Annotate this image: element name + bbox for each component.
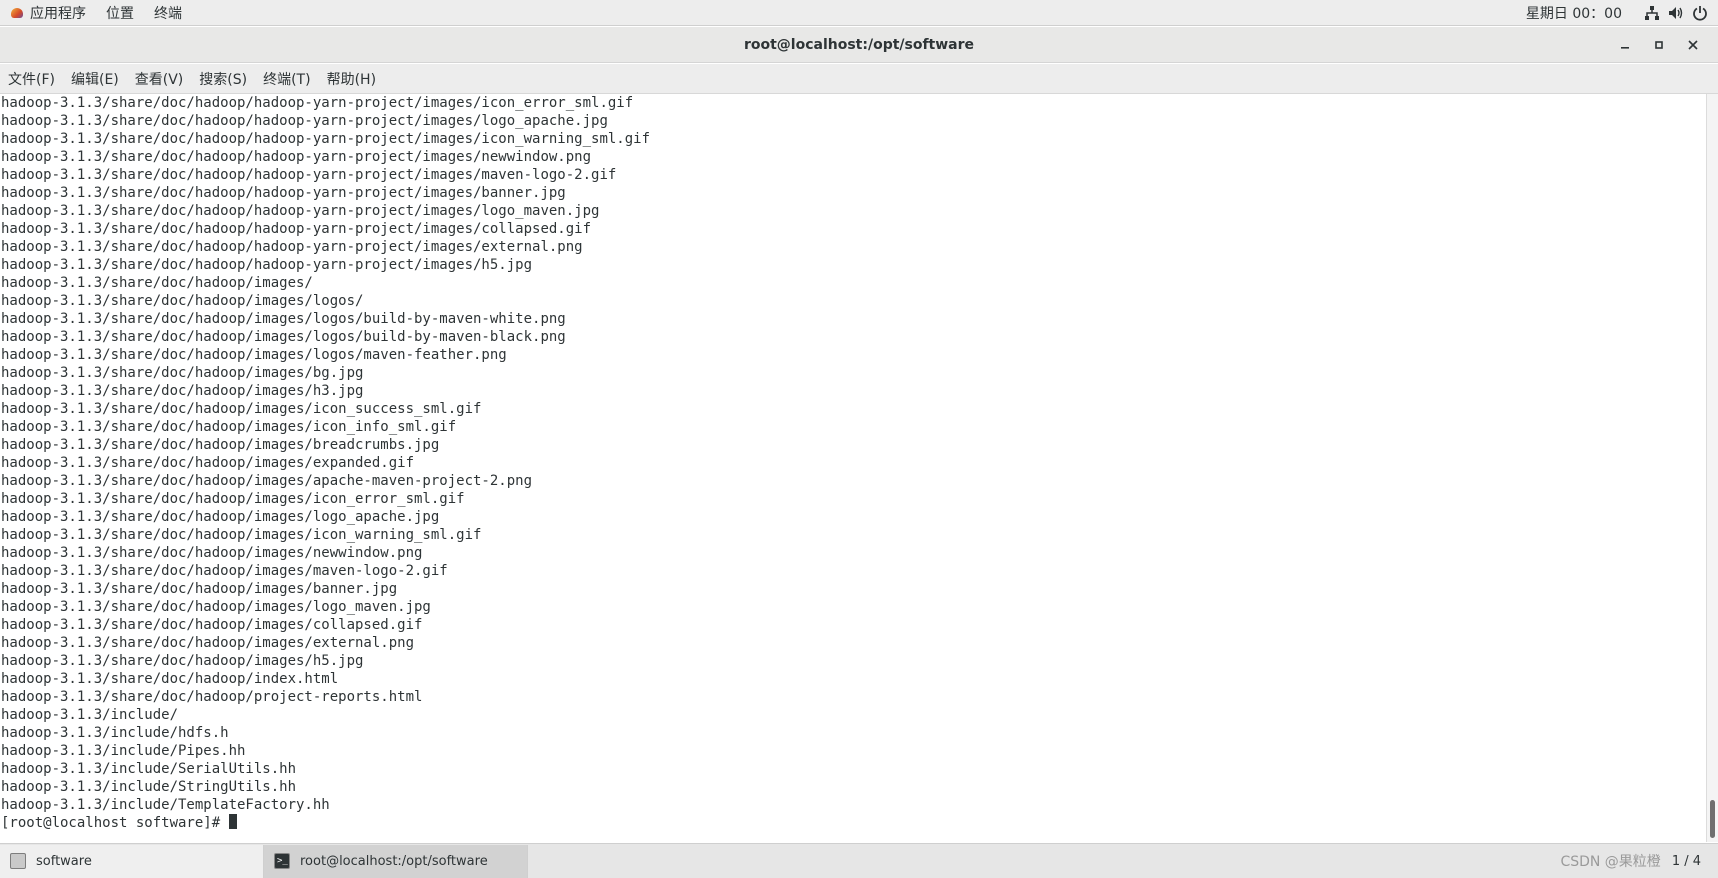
menu-search[interactable]: 搜索(S) <box>191 64 255 93</box>
terminal-line: hadoop-3.1.3/share/doc/hadoop/hadoop-yar… <box>1 203 600 219</box>
terminal-line: hadoop-3.1.3/share/doc/hadoop/hadoop-yar… <box>1 257 533 273</box>
places-menu[interactable]: 位置 <box>96 0 144 25</box>
gnome-foot-icon <box>10 6 24 20</box>
window-title: root@localhost:/opt/software <box>743 36 975 53</box>
maximize-button[interactable] <box>1642 30 1676 60</box>
terminal-menu-bar: 文件(F) 编辑(E) 查看(V) 搜索(S) 终端(T) 帮助(H) <box>0 64 1718 94</box>
terminal-line: hadoop-3.1.3/share/doc/hadoop/images/mav… <box>1 563 448 579</box>
menu-help[interactable]: 帮助(H) <box>319 64 384 93</box>
scrollbar-thumb[interactable] <box>1710 800 1715 838</box>
terminal-output[interactable]: hadoop-3.1.3/share/doc/hadoop/hadoop-yar… <box>0 94 1706 842</box>
terminal-line: hadoop-3.1.3/include/SerialUtils.hh <box>1 761 297 777</box>
top-panel: 应用程序 位置 终端 星期日 00：00 <box>0 0 1718 26</box>
terminal-line: hadoop-3.1.3/share/doc/hadoop/images/apa… <box>1 473 533 489</box>
task-label: software <box>36 853 92 869</box>
terminal-line: hadoop-3.1.3/include/Pipes.hh <box>1 743 246 759</box>
terminal-line: hadoop-3.1.3/share/doc/hadoop/hadoop-yar… <box>1 95 634 111</box>
terminal-line: hadoop-3.1.3/share/doc/hadoop/images/log… <box>1 347 507 363</box>
watermark: CSDN @果粒橙 <box>1560 854 1661 870</box>
minimize-button[interactable] <box>1608 30 1642 60</box>
terminal-line: hadoop-3.1.3/share/doc/hadoop/images/ban… <box>1 581 398 597</box>
terminal-line: hadoop-3.1.3/share/doc/hadoop/images/ico… <box>1 527 482 543</box>
bottom-taskbar: software >_ root@localhost:/opt/software… <box>0 843 1718 878</box>
terminal-line: hadoop-3.1.3/share/doc/hadoop/hadoop-yar… <box>1 113 608 129</box>
taskbar-right: CSDN @果粒橙 1 / 4 <box>1560 851 1718 872</box>
terminal-line: hadoop-3.1.3/share/doc/hadoop/images/h3.… <box>1 383 364 399</box>
terminal-line: hadoop-3.1.3/include/ <box>1 707 179 723</box>
terminal-line: hadoop-3.1.3/include/StringUtils.hh <box>1 779 297 795</box>
terminal-line: hadoop-3.1.3/share/doc/hadoop/images/bg.… <box>1 365 364 381</box>
menu-view[interactable]: 查看(V) <box>127 64 192 93</box>
terminal-line: hadoop-3.1.3/share/doc/hadoop/images/ico… <box>1 491 465 507</box>
terminal-line: hadoop-3.1.3/share/doc/hadoop/project-re… <box>1 689 423 705</box>
clock[interactable]: 星期日 00：00 <box>1516 3 1640 23</box>
terminal-line: hadoop-3.1.3/share/doc/hadoop/images/h5.… <box>1 653 364 669</box>
terminal-prompt-line[interactable]: [root@localhost software]# <box>0 814 1706 832</box>
volume-icon[interactable] <box>1664 1 1688 25</box>
terminal-line: hadoop-3.1.3/share/doc/hadoop/images/ext… <box>1 635 415 651</box>
network-icon[interactable] <box>1640 1 1664 25</box>
terminal-icon: >_ <box>274 853 290 869</box>
terminal-line: hadoop-3.1.3/share/doc/hadoop/images/col… <box>1 617 423 633</box>
panel-menu: 应用程序 位置 终端 <box>0 0 192 25</box>
terminal-line: hadoop-3.1.3/share/doc/hadoop/images/ <box>1 275 313 291</box>
panel-status-area: 星期日 00：00 <box>1516 0 1718 25</box>
task-label: root@localhost:/opt/software <box>300 853 488 869</box>
terminal-line: hadoop-3.1.3/share/doc/hadoop/hadoop-yar… <box>1 185 566 201</box>
terminal-line: hadoop-3.1.3/share/doc/hadoop/images/ico… <box>1 401 482 417</box>
terminal-line: hadoop-3.1.3/share/doc/hadoop/images/log… <box>1 293 364 309</box>
applications-menu[interactable]: 应用程序 <box>0 0 96 25</box>
terminal-line: hadoop-3.1.3/share/doc/hadoop/hadoop-yar… <box>1 131 651 147</box>
terminal-line: hadoop-3.1.3/share/doc/hadoop/hadoop-yar… <box>1 167 617 183</box>
terminal-line: hadoop-3.1.3/share/doc/hadoop/images/log… <box>1 509 440 525</box>
menu-edit[interactable]: 编辑(E) <box>63 64 127 93</box>
window-title-bar[interactable]: root@localhost:/opt/software <box>0 27 1718 63</box>
menu-file[interactable]: 文件(F) <box>0 64 63 93</box>
shell-prompt: [root@localhost software]# <box>1 815 229 831</box>
terminal-line: hadoop-3.1.3/share/doc/hadoop/images/new… <box>1 545 423 561</box>
terminal-line: hadoop-3.1.3/share/doc/hadoop/hadoop-yar… <box>1 149 592 165</box>
window-controls <box>1608 27 1710 63</box>
terminal-line: hadoop-3.1.3/share/doc/hadoop/images/log… <box>1 599 431 615</box>
terminal-line: hadoop-3.1.3/share/doc/hadoop/images/log… <box>1 311 566 327</box>
terminal-line: hadoop-3.1.3/include/TemplateFactory.hh <box>1 797 330 813</box>
terminal-line: hadoop-3.1.3/share/doc/hadoop/images/exp… <box>1 455 415 471</box>
terminal-app-menu[interactable]: 终端 <box>144 0 192 25</box>
terminal-line: hadoop-3.1.3/include/hdfs.h <box>1 725 229 741</box>
terminal-line: hadoop-3.1.3/share/doc/hadoop/images/bre… <box>1 437 440 453</box>
terminal-line: hadoop-3.1.3/share/doc/hadoop/index.html <box>1 671 339 687</box>
terminal-line: hadoop-3.1.3/share/doc/hadoop/hadoop-yar… <box>1 239 583 255</box>
task-files-window[interactable]: software <box>0 844 264 878</box>
terminal-scrollbar[interactable] <box>1706 94 1718 842</box>
files-icon <box>10 853 26 869</box>
applications-label: 应用程序 <box>30 5 86 22</box>
terminal-line: hadoop-3.1.3/share/doc/hadoop/hadoop-yar… <box>1 221 592 237</box>
power-icon[interactable] <box>1688 1 1712 25</box>
text-cursor <box>228 814 237 829</box>
task-terminal-window[interactable]: >_ root@localhost:/opt/software <box>264 844 528 878</box>
workspace-switcher[interactable]: 1 / 4 <box>1667 851 1706 872</box>
terminal-line: hadoop-3.1.3/share/doc/hadoop/images/ico… <box>1 419 457 435</box>
close-button[interactable] <box>1676 30 1710 60</box>
menu-terminal[interactable]: 终端(T) <box>255 64 318 93</box>
terminal-line: hadoop-3.1.3/share/doc/hadoop/images/log… <box>1 329 566 345</box>
